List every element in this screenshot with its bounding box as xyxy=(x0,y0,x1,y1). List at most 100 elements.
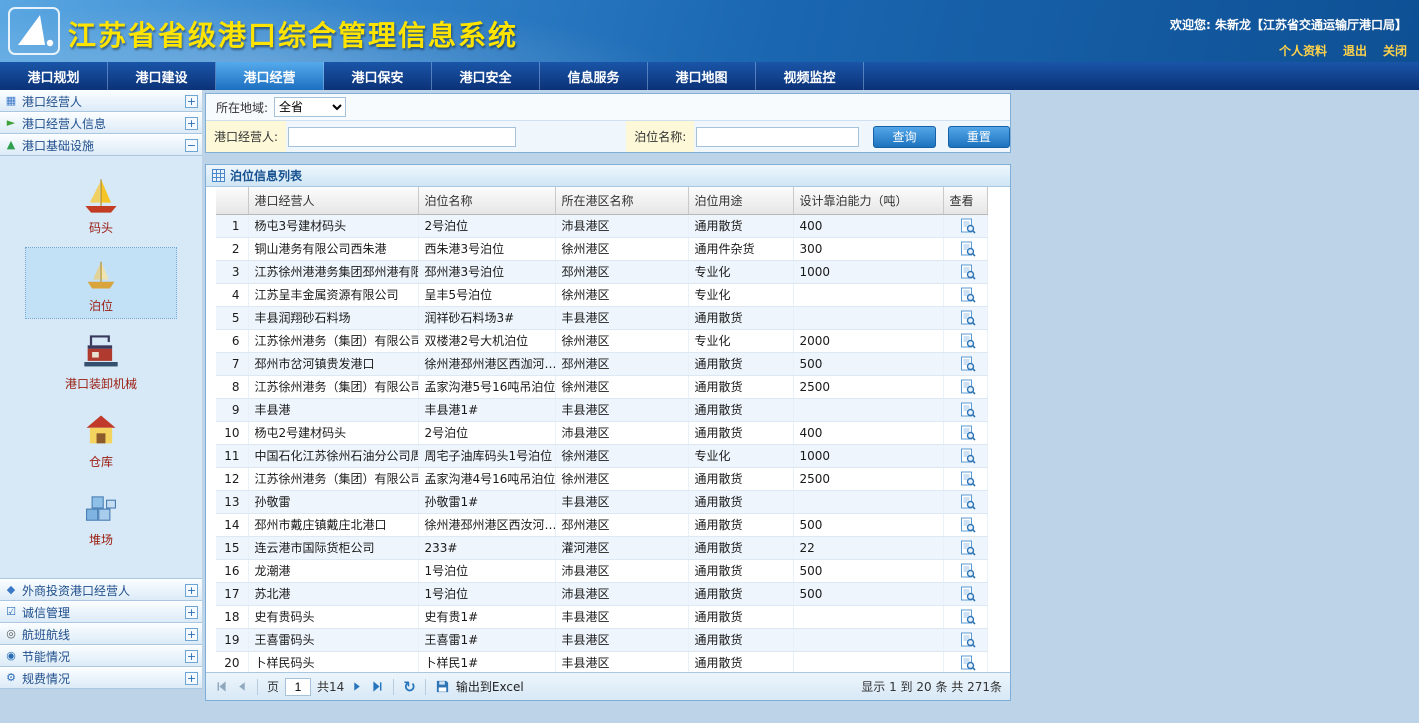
sidebar-item-operator-info[interactable]: ► 港口经营人信息 + xyxy=(0,112,202,134)
facility-item-yard[interactable]: 堆场 xyxy=(26,482,176,552)
sidebar-item-energy-saving[interactable]: ◉ 节能情况 + xyxy=(0,645,202,667)
view-icon[interactable] xyxy=(960,218,976,234)
expand-icon[interactable]: + xyxy=(185,672,198,685)
table-row[interactable]: 5 丰县润翔砂石料场 润祥砂石料场3# 丰县港区 通用散货 xyxy=(216,306,987,329)
collapse-icon[interactable]: − xyxy=(185,139,198,152)
logout-link[interactable]: 退出 xyxy=(1343,42,1367,59)
col-operator[interactable]: 港口经营人 xyxy=(248,187,418,214)
view-icon[interactable] xyxy=(960,333,976,349)
table-row[interactable]: 17 苏北港 1号泊位 沛县港区 通用散货 500 xyxy=(216,582,987,605)
view-icon[interactable] xyxy=(960,448,976,464)
expand-icon[interactable]: + xyxy=(185,95,198,108)
expand-icon[interactable]: + xyxy=(185,650,198,663)
first-page-button[interactable] xyxy=(214,680,228,694)
view-icon[interactable] xyxy=(960,310,976,326)
sidebar-item-flight-routes[interactable]: ◎ 航班航线 + xyxy=(0,623,202,645)
view-icon[interactable] xyxy=(960,471,976,487)
facility-item-berth[interactable]: 泊位 xyxy=(26,248,176,318)
table-row[interactable]: 1 杨屯3号建材码头 2号泊位 沛县港区 通用散货 400 xyxy=(216,214,987,237)
cell-view xyxy=(943,490,987,513)
cell-capacity: 400 xyxy=(793,421,943,444)
cell-operator: 史有贵码头 xyxy=(248,605,418,628)
sidebar-item-port-operator[interactable]: ▦ 港口经营人 + xyxy=(0,90,202,112)
view-icon[interactable] xyxy=(960,402,976,418)
berth-list-panel: 泊位信息列表 港口经营人 泊位名称 所在港区名称 泊位用途 设计靠泊能力（吨） xyxy=(205,164,1011,701)
table-row[interactable]: 8 江苏徐州港务（集团）有限公司 孟家沟港5号16吨吊泊位 徐州港区 通用散货 … xyxy=(216,375,987,398)
page-input[interactable] xyxy=(285,678,311,696)
view-icon[interactable] xyxy=(960,517,976,533)
view-icon[interactable] xyxy=(960,632,976,648)
table-row[interactable]: 14 邳州市戴庄镇戴庄北港口 徐州港邳州港区西汝河… 邳州港区 通用散货 500 xyxy=(216,513,987,536)
sidebar-item-foreign-operator[interactable]: ◆ 外商投资港口经营人 + xyxy=(0,579,202,601)
export-excel-link[interactable]: 输出到Excel xyxy=(456,678,524,695)
row-number: 19 xyxy=(216,628,248,651)
nav-tab-port-planning[interactable]: 港口规划 xyxy=(0,62,108,90)
view-icon[interactable] xyxy=(960,287,976,303)
cell-port-area: 徐州港区 xyxy=(555,329,688,352)
nav-tab-port-safety[interactable]: 港口安全 xyxy=(432,62,540,90)
table-row[interactable]: 13 孙敬雷 孙敬雷1# 丰县港区 通用散货 xyxy=(216,490,987,513)
sidebar-item-credit-management[interactable]: ☑ 诚信管理 + xyxy=(0,601,202,623)
table-row[interactable]: 3 江苏徐州港港务集团邳州港有限公司 邳州港3号泊位 邳州港区 专业化 1000 xyxy=(216,260,987,283)
view-icon[interactable] xyxy=(960,563,976,579)
nav-tab-port-security[interactable]: 港口保安 xyxy=(324,62,432,90)
region-select[interactable]: 全省 xyxy=(274,97,346,117)
nav-tab-video-monitor[interactable]: 视频监控 xyxy=(756,62,864,90)
berth-name-input[interactable] xyxy=(696,127,859,147)
refresh-icon[interactable]: ↻ xyxy=(403,680,416,694)
col-capacity[interactable]: 设计靠泊能力（吨） xyxy=(793,187,943,214)
view-icon[interactable] xyxy=(960,241,976,257)
table-row[interactable]: 4 江苏呈丰金属资源有限公司 呈丰5号泊位 徐州港区 专业化 xyxy=(216,283,987,306)
table-row[interactable]: 16 龙潮港 1号泊位 沛县港区 通用散货 500 xyxy=(216,559,987,582)
table-row[interactable]: 9 丰县港 丰县港1# 丰县港区 通用散货 xyxy=(216,398,987,421)
col-usage[interactable]: 泊位用途 xyxy=(688,187,793,214)
col-port-area[interactable]: 所在港区名称 xyxy=(555,187,688,214)
view-icon[interactable] xyxy=(960,586,976,602)
berth-name-label: 泊位名称: xyxy=(626,121,694,152)
table-row[interactable]: 2 铜山港务有限公司西朱港 西朱港3号泊位 徐州港区 通用件杂货 300 xyxy=(216,237,987,260)
expand-icon[interactable]: + xyxy=(185,606,198,619)
view-icon[interactable] xyxy=(960,540,976,556)
table-row[interactable]: 12 江苏徐州港务（集团）有限公司 孟家沟港4号16吨吊泊位 徐州港区 通用散货… xyxy=(216,467,987,490)
next-page-button[interactable] xyxy=(350,680,364,694)
view-icon[interactable] xyxy=(960,425,976,441)
table-row[interactable]: 19 王喜雷码头 王喜雷1# 丰县港区 通用散货 xyxy=(216,628,987,651)
table-row[interactable]: 6 江苏徐州港务（集团）有限公司 双楼港2号大机泊位 徐州港区 专业化 2000 xyxy=(216,329,987,352)
table-row[interactable]: 7 邳州市岔河镇贵发港口 徐州港邳州港区西泇河… 邳州港区 通用散货 500 xyxy=(216,352,987,375)
col-berth-name[interactable]: 泊位名称 xyxy=(418,187,555,214)
table-row[interactable]: 18 史有贵码头 史有贵1# 丰县港区 通用散货 xyxy=(216,605,987,628)
view-icon[interactable] xyxy=(960,609,976,625)
view-icon[interactable] xyxy=(960,494,976,510)
profile-link[interactable]: 个人资料 xyxy=(1279,42,1327,59)
table-row[interactable]: 20 卜样民码头 卜样民1# 丰县港区 通用散货 xyxy=(216,651,987,672)
cell-view xyxy=(943,536,987,559)
nav-tab-port-map[interactable]: 港口地图 xyxy=(648,62,756,90)
cell-operator: 江苏徐州港务（集团）有限公司 xyxy=(248,375,418,398)
view-icon[interactable] xyxy=(960,356,976,372)
last-page-button[interactable] xyxy=(370,680,384,694)
nav-tab-port-operation[interactable]: 港口经营 xyxy=(216,62,324,90)
table-row[interactable]: 15 连云港市国际货柜公司 233# 灌河港区 通用散货 22 xyxy=(216,536,987,559)
reset-button[interactable]: 重置 xyxy=(948,126,1010,148)
close-link[interactable]: 关闭 xyxy=(1383,42,1407,59)
view-icon[interactable] xyxy=(960,264,976,280)
sidebar-item-port-infrastructure[interactable]: ▲ 港口基础设施 − xyxy=(0,134,202,156)
cell-usage: 专业化 xyxy=(688,329,793,352)
table-row[interactable]: 11 中国石化江苏徐州石油分公司周… 周宅子油库码头1号泊位 徐州港区 专业化 … xyxy=(216,444,987,467)
facility-item-wharf[interactable]: 码头 xyxy=(26,170,176,240)
nav-tab-info-service[interactable]: 信息服务 xyxy=(540,62,648,90)
query-button[interactable]: 查询 xyxy=(873,126,935,148)
operator-input[interactable] xyxy=(288,127,516,147)
expand-icon[interactable]: + xyxy=(185,117,198,130)
facility-item-machinery[interactable]: 港口装卸机械 xyxy=(26,326,176,396)
expand-icon[interactable]: + xyxy=(185,584,198,597)
prev-page-button[interactable] xyxy=(234,680,248,694)
expand-icon[interactable]: + xyxy=(185,628,198,641)
sidebar-item-fees[interactable]: ⚙ 规费情况 + xyxy=(0,667,202,689)
view-icon[interactable] xyxy=(960,655,976,671)
nav-tab-port-construction[interactable]: 港口建设 xyxy=(108,62,216,90)
yard-icon xyxy=(81,488,121,528)
view-icon[interactable] xyxy=(960,379,976,395)
facility-item-warehouse[interactable]: 仓库 xyxy=(26,404,176,474)
table-row[interactable]: 10 杨屯2号建材码头 2号泊位 沛县港区 通用散货 400 xyxy=(216,421,987,444)
